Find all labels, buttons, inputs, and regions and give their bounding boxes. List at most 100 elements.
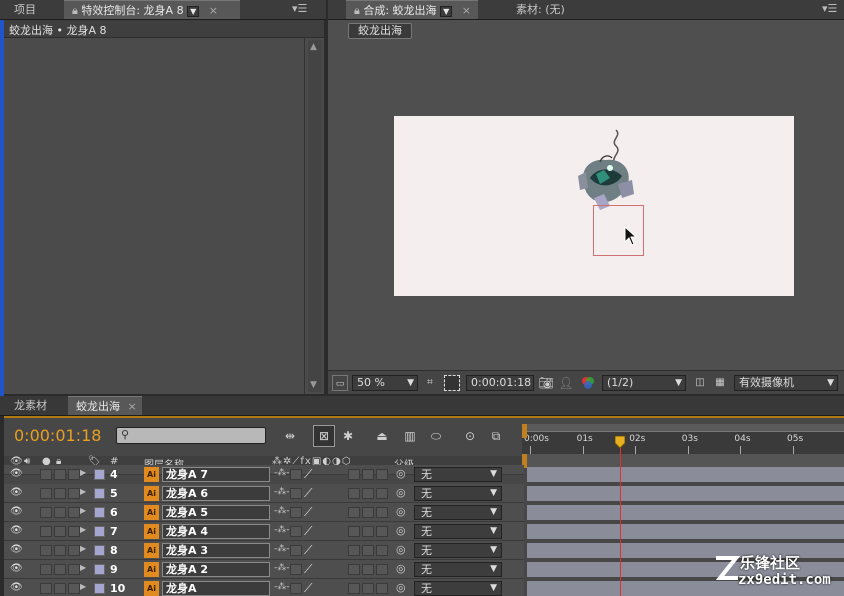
tab-dropdown-icon[interactable]: ▼ [187, 6, 200, 17]
solo-toggle[interactable] [54, 526, 66, 537]
shy-switch-icon[interactable]: -⁂- [274, 487, 290, 497]
label-color[interactable] [94, 583, 105, 594]
effect-switch[interactable] [348, 564, 360, 575]
lock-toggle[interactable] [68, 469, 80, 480]
table-row[interactable]: 👁︎ ▶ 10 Ai 龙身A -⁂- ⟋ ◎ 无 ▼ [4, 579, 524, 596]
lock-toggle[interactable] [68, 564, 80, 575]
effect-switch[interactable] [348, 488, 360, 499]
parent-pickwhip-icon[interactable]: ◎ [396, 486, 406, 499]
label-color[interactable] [94, 507, 105, 518]
parent-dropdown[interactable]: 无 ▼ [414, 562, 502, 577]
eye-icon[interactable]: 👁︎ [10, 582, 23, 593]
layer-duration-bar[interactable] [527, 467, 844, 482]
3d-layer-switch[interactable] [376, 507, 388, 518]
parent-pickwhip-icon[interactable]: ◎ [396, 524, 406, 537]
solo-toggle[interactable] [54, 507, 66, 518]
lock-toggle[interactable] [68, 583, 80, 594]
solo-toggle[interactable] [54, 469, 66, 480]
graph-editor-icon[interactable]: ⧉ [486, 428, 506, 444]
tab-dragon-footage[interactable]: 龙素材 [6, 396, 55, 415]
parent-pickwhip-icon[interactable]: ◎ [396, 562, 406, 575]
scroll-up-icon[interactable]: ▲ [310, 42, 317, 52]
parent-pickwhip-icon[interactable]: ◎ [396, 467, 406, 480]
tab-footage[interactable]: 素材: (无) [508, 0, 573, 19]
3d-layer-switch[interactable] [376, 583, 388, 594]
quality-switch-icon[interactable]: ⟋ [304, 505, 312, 520]
parent-pickwhip-icon[interactable]: ◎ [396, 581, 406, 594]
quality-switch-icon[interactable]: ⟋ [304, 562, 312, 577]
expand-triangle-icon[interactable]: ▶ [80, 525, 86, 534]
panel-menu-icon[interactable]: ▾☰ [292, 2, 307, 15]
audio-toggle[interactable] [40, 545, 52, 556]
snapshot-camera-icon[interactable]: 📷︎ [538, 375, 554, 391]
timecode-field[interactable]: 0:00:01:18 [466, 375, 534, 391]
region-of-interest-icon[interactable] [444, 375, 460, 391]
layer-name[interactable]: 龙身A 7 [162, 467, 270, 482]
motion-blur-switch[interactable] [362, 469, 374, 480]
label-color[interactable] [94, 564, 105, 575]
motion-blur-switch[interactable] [362, 545, 374, 556]
draft-3d-icon[interactable]: ✱ [340, 428, 356, 444]
lock-toggle[interactable] [68, 488, 80, 499]
layer-search-input[interactable]: ⚲ [116, 427, 266, 444]
parent-dropdown[interactable]: 无 ▼ [414, 505, 502, 520]
expand-triangle-icon[interactable]: ▶ [80, 544, 86, 553]
channel-rgb-icon[interactable] [580, 375, 596, 391]
collapse-switch[interactable] [290, 564, 302, 575]
show-snapshot-icon[interactable]: 👤︎ [558, 375, 574, 391]
motion-blur-switch[interactable] [362, 564, 374, 575]
playhead-handle[interactable] [614, 435, 626, 449]
fast-preview-icon[interactable]: ◫ [692, 375, 708, 391]
scroll-down-icon[interactable]: ▼ [310, 380, 317, 390]
collapse-switch[interactable] [290, 545, 302, 556]
layer-name[interactable]: 龙身A 5 [162, 505, 270, 520]
effect-switch[interactable] [348, 583, 360, 594]
expand-triangle-icon[interactable]: ▶ [80, 506, 86, 515]
close-icon[interactable]: × [128, 400, 137, 413]
layer-duration-bar[interactable] [527, 524, 844, 539]
tab-dropdown-icon[interactable]: ▼ [440, 6, 453, 17]
audio-toggle[interactable] [40, 526, 52, 537]
eye-icon[interactable]: 👁︎ [10, 563, 23, 574]
layer-name[interactable]: 龙身A 2 [162, 562, 270, 577]
zoom-dropdown[interactable]: 50 % ▼ [352, 375, 418, 391]
audio-toggle[interactable] [40, 564, 52, 575]
tab-project[interactable]: 项目 [6, 0, 44, 19]
shy-switch-icon[interactable]: -⁂- [274, 506, 290, 516]
work-area-start-handle[interactable] [522, 424, 527, 438]
quality-switch-icon[interactable]: ⟋ [304, 467, 312, 482]
time-ruler[interactable]: 0:00s 01s 02s 03s 04s 05s [522, 424, 844, 454]
motion-blur-switch[interactable] [362, 507, 374, 518]
quality-switch-icon[interactable]: ⟋ [304, 543, 312, 558]
transparency-grid-icon[interactable]: ▦ [712, 375, 728, 391]
resolution-dropdown[interactable]: (1/2) ▼ [602, 375, 686, 391]
shy-switch-icon[interactable]: -⁂- [274, 563, 290, 573]
parent-dropdown[interactable]: 无 ▼ [414, 581, 502, 596]
tab-composition[interactable]: 🔒︎ 合成: 蛟龙出海 ▼ × [346, 0, 478, 19]
solo-toggle[interactable] [54, 545, 66, 556]
expand-triangle-icon[interactable]: ▶ [80, 468, 86, 477]
motion-blur-switch[interactable] [362, 583, 374, 594]
3d-layer-switch[interactable] [376, 545, 388, 556]
eye-icon[interactable]: 👁︎ [10, 525, 23, 536]
layer-duration-bar[interactable] [527, 486, 844, 501]
comp-mini-flowchart-icon[interactable]: ⇹ [278, 428, 302, 444]
table-row[interactable]: 👁︎ ▶ 7 Ai 龙身A 4 -⁂- ⟋ ◎ 无 ▼ [4, 522, 524, 541]
table-row[interactable]: 👁︎ ▶ 9 Ai 龙身A 2 -⁂- ⟋ ◎ 无 ▼ [4, 560, 524, 579]
eye-icon[interactable]: 👁︎ [10, 468, 23, 479]
audio-toggle[interactable] [40, 507, 52, 518]
solo-toggle[interactable] [54, 488, 66, 499]
motion-blur-icon[interactable]: ⬭ [426, 428, 446, 444]
shy-switch-icon[interactable]: -⁂- [274, 582, 290, 592]
parent-dropdown[interactable]: 无 ▼ [414, 524, 502, 539]
layer-duration-bar[interactable] [527, 505, 844, 520]
3d-layer-switch[interactable] [376, 469, 388, 480]
label-color[interactable] [94, 526, 105, 537]
parent-pickwhip-icon[interactable]: ◎ [396, 543, 406, 556]
brainstorm-icon[interactable]: ⊙ [460, 428, 480, 444]
label-color[interactable] [94, 469, 105, 480]
lock-toggle[interactable] [68, 507, 80, 518]
tab-effects-controls[interactable]: 🔒︎ 特效控制台: 龙身A 8 ▼ × [64, 0, 240, 19]
expand-triangle-icon[interactable]: ▶ [80, 582, 86, 591]
camera-dropdown[interactable]: 有效摄像机 ▼ [734, 375, 838, 391]
